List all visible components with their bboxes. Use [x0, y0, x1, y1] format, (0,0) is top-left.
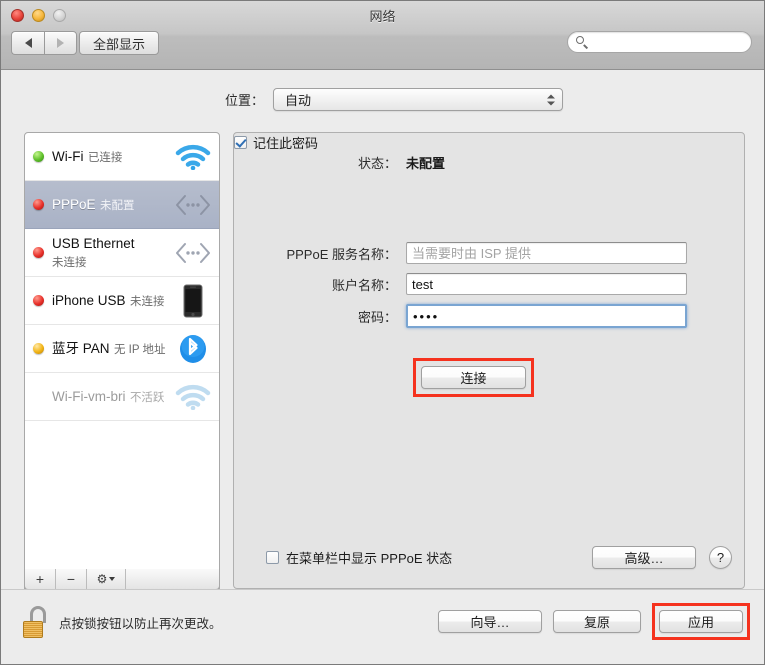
password-input[interactable] [406, 304, 687, 328]
show-all-label: 全部显示 [93, 36, 146, 52]
apply-button[interactable]: 应用 [659, 610, 743, 633]
bluetooth-icon [171, 329, 215, 369]
connect-button-highlight: 连接 [413, 358, 534, 397]
service-name: PPPoE [52, 196, 96, 212]
wifi-icon [171, 377, 215, 417]
window-titlebar: 网络 全部显示 [1, 1, 764, 70]
sidebar-item-wifi[interactable]: Wi-Fi 已连接 [25, 133, 219, 181]
connect-button[interactable]: 连接 [421, 366, 526, 389]
account-name-input[interactable] [406, 273, 687, 295]
sidebar-toolbar-filler [126, 569, 219, 589]
service-status: 已连接 [87, 151, 123, 164]
status-dot-icon [33, 247, 44, 258]
search-box[interactable] [567, 31, 756, 53]
status-dot-icon [33, 295, 44, 306]
show-all-button[interactable]: 全部显示 [79, 31, 160, 55]
service-name: iPhone USB [52, 292, 126, 308]
service-status: 未配置 [99, 199, 135, 212]
service-name-row: PPPoE 服务名称： [234, 242, 687, 264]
assist-me-button[interactable]: 向导… [438, 610, 542, 633]
account-name-label: 账户名称： [331, 277, 397, 293]
show-status-in-menubar-label: 在菜单栏中显示 PPPoE 状态 [286, 551, 453, 566]
sidebar-item-pppoe[interactable]: PPPoE 未配置 [25, 181, 219, 229]
chevron-down-icon [109, 577, 116, 581]
show-status-in-menubar-checkbox[interactable] [266, 551, 279, 564]
service-status: 未连接 [130, 295, 165, 308]
location-selected-value: 自动 [285, 93, 312, 108]
location-row: 位置： 自动 [1, 88, 764, 111]
status-dot-icon [33, 391, 44, 402]
ethernet-arrows-icon [171, 233, 215, 273]
service-name: Wi-Fi-vm-bri [52, 388, 126, 404]
plus-icon: + [35, 571, 45, 587]
password-row: 密码： [234, 304, 687, 328]
revert-button[interactable]: 复原 [553, 610, 641, 633]
status-label: 状态： [357, 156, 397, 171]
sidebar-item-iphone-usb[interactable]: iPhone USB 未连接 [25, 277, 219, 325]
iphone-icon [171, 281, 215, 321]
back-button[interactable] [11, 31, 44, 55]
status-row: 状态： 未配置 [234, 153, 445, 172]
remember-password-checkbox[interactable] [234, 136, 247, 149]
sidebar-item-usb-ethernet[interactable]: USB Ethernet 未连接 [25, 229, 219, 277]
service-actions-button[interactable]: ⚙ [87, 569, 126, 589]
service-status: 不活跃 [129, 391, 165, 404]
service-status: 未连接 [52, 256, 87, 269]
remember-password-label: 记住此密码 [253, 136, 319, 151]
stepper-icon[interactable] [547, 94, 555, 105]
wifi-icon [171, 137, 215, 177]
search-input[interactable] [589, 35, 756, 49]
page-title: 网络 [369, 9, 396, 24]
service-name: USB Ethernet [52, 235, 135, 251]
ethernet-arrows-icon [171, 185, 215, 225]
service-status: 无 IP 地址 [113, 343, 166, 356]
forward-button[interactable] [44, 31, 77, 55]
status-dot-icon [33, 343, 44, 354]
advanced-button[interactable]: 高级… [592, 546, 696, 569]
add-service-button[interactable]: + [25, 569, 56, 589]
minus-icon: − [66, 571, 76, 587]
show-status-in-menubar-row[interactable]: 在菜单栏中显示 PPPoE 状态 [266, 548, 452, 567]
apply-button-highlight: 应用 [652, 603, 750, 640]
location-label: 位置： [224, 93, 264, 108]
status-dot-icon [33, 151, 44, 162]
remember-password-row[interactable]: 记住此密码 [234, 133, 744, 152]
service-name-label: PPPoE 服务名称： [286, 246, 397, 262]
service-name-input[interactable] [406, 242, 687, 264]
sidebar-toolbar: + − ⚙ [24, 569, 220, 590]
password-label: 密码： [357, 309, 397, 325]
lock-area[interactable]: 点按锁按钮以防止再次更改。 [23, 606, 222, 638]
network-services-list[interactable]: Wi-Fi 已连接 PPPoE 未配置 USB Ethernet 未连接 iPh… [24, 132, 220, 589]
network-preferences-window: 网络 全部显示 位置： 自动 Wi-Fi 已连接 PPPoE 未配置 USB E… [0, 0, 765, 665]
pppoe-settings-panel: 状态： 未配置 PPPoE 服务名称： 账户名称： 密码： 记住此密码 连接 在… [233, 132, 745, 589]
remove-service-button[interactable]: − [56, 569, 87, 589]
service-name: 蓝牙 PAN [52, 340, 110, 356]
sidebar-item-bluetooth-pan[interactable]: 蓝牙 PAN 无 IP 地址 [25, 325, 219, 373]
location-select[interactable]: 自动 [273, 88, 563, 111]
status-value: 未配置 [406, 156, 446, 171]
search-icon [576, 35, 589, 49]
footer-buttons: 向导… 复原 应用 [438, 603, 750, 640]
chevron-right-icon [57, 38, 64, 48]
chevron-left-icon [24, 38, 32, 48]
help-button[interactable]: ? [709, 546, 732, 569]
lock-hint-text: 点按锁按钮以防止再次更改。 [59, 616, 222, 631]
unlocked-padlock-icon[interactable] [23, 606, 49, 638]
account-name-row: 账户名称： [234, 273, 687, 295]
nav-button-group [11, 31, 77, 55]
gear-icon: ⚙ [96, 572, 108, 586]
service-name: Wi-Fi [52, 148, 84, 164]
status-dot-icon [33, 199, 44, 210]
window-footer: 点按锁按钮以防止再次更改。 向导… 复原 应用 [1, 589, 764, 664]
sidebar-item-wifi-vm-bri[interactable]: Wi-Fi-vm-bri 不活跃 [25, 373, 219, 421]
